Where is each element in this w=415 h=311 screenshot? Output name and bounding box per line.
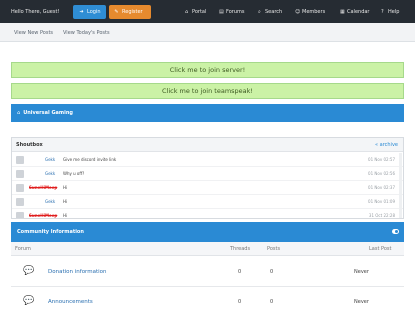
table-row: 💬 Donation information 0 0 Never bbox=[11, 257, 404, 287]
nav-members-label: Members bbox=[302, 9, 326, 15]
help-icon: ? bbox=[381, 9, 384, 15]
shoutbox-message: Why u off? bbox=[63, 171, 85, 176]
collapse-toggle-icon[interactable] bbox=[392, 229, 399, 234]
join-teamspeak-banner[interactable]: Click me to join teamspeak! bbox=[11, 83, 404, 99]
community-title: Universal Gaming bbox=[23, 110, 73, 116]
search-icon: ⌕ bbox=[258, 9, 261, 15]
shoutbox-user[interactable]: SuneHiMeep bbox=[29, 185, 61, 190]
forum-threads: 0 bbox=[238, 269, 242, 275]
view-todays-posts-link[interactable]: View Today's Posts bbox=[63, 30, 110, 36]
login-button[interactable]: ➜ Login bbox=[73, 5, 106, 19]
nav-calendar[interactable]: ▦ Calendar bbox=[340, 9, 369, 15]
shoutbox-header: Shoutbox « archive bbox=[12, 138, 403, 152]
view-new-posts-link[interactable]: View New Posts bbox=[14, 30, 53, 36]
shoutbox-time: 01 Nov 02:56 bbox=[368, 171, 395, 176]
nav-help[interactable]: ? Help bbox=[381, 9, 399, 15]
forum-last-post: Never bbox=[354, 299, 369, 305]
shoutbox-time: 01 Nov 02:37 bbox=[368, 185, 395, 190]
greeting-text: Hello There, Guest! bbox=[11, 9, 60, 15]
avatar bbox=[16, 212, 24, 218]
table-row: 💬 Announcements 0 0 Never bbox=[11, 287, 404, 311]
nav-portal-label: Portal bbox=[192, 9, 207, 15]
nav-search-label: Search bbox=[265, 9, 283, 15]
shoutbox-row: Gekk Give me discord invite link 01 Nov … bbox=[12, 153, 403, 167]
shoutbox-message: Hi bbox=[63, 185, 68, 190]
shoutbox-row: SuneHiMeep Hi 31 Oct 22:28 bbox=[12, 209, 403, 218]
shoutbox-time: 01 Nov 01:09 bbox=[368, 199, 395, 204]
forum-threads: 0 bbox=[238, 299, 242, 305]
shoutbox-user[interactable]: Gekk bbox=[45, 199, 65, 204]
nav-forums[interactable]: ▤ Forums bbox=[219, 9, 244, 15]
members-icon: ☺ bbox=[295, 9, 301, 15]
forum-posts: 0 bbox=[270, 269, 274, 275]
community-info-bar: Community Information bbox=[11, 222, 404, 242]
forum-link[interactable]: Donation information bbox=[48, 269, 106, 275]
calendar-icon: ▦ bbox=[340, 9, 345, 15]
sub-navigation: View New Posts View Today's Posts bbox=[0, 23, 415, 42]
forums-icon: ▤ bbox=[219, 9, 224, 15]
column-threads: Threads bbox=[230, 246, 251, 252]
shoutbox-row: SuneHiMeep Hi 01 Nov 02:37 bbox=[12, 181, 403, 195]
shoutbox-time: 01 Nov 02:57 bbox=[368, 157, 395, 162]
column-last-post: Last Post bbox=[369, 246, 392, 252]
join-server-banner[interactable]: Click me to join server! bbox=[11, 62, 404, 78]
nav-members[interactable]: ☺ Members bbox=[295, 9, 325, 15]
nav-search[interactable]: ⌕ Search bbox=[258, 9, 282, 15]
forum-table-header: Forum Threads Posts Last Post bbox=[11, 242, 404, 256]
nav-portal[interactable]: ⌂ Portal bbox=[185, 9, 206, 15]
shoutbox-row: Gekk Why u off? 01 Nov 02:56 bbox=[12, 167, 403, 181]
avatar bbox=[16, 156, 24, 164]
forum-chat-icon: 💬 bbox=[23, 266, 35, 276]
shoutbox: Shoutbox « archive Gekk Give me discord … bbox=[11, 137, 404, 219]
shoutbox-scrollbar[interactable] bbox=[399, 153, 402, 218]
column-posts: Posts bbox=[267, 246, 281, 252]
register-label: Register bbox=[122, 9, 143, 15]
avatar bbox=[16, 184, 24, 192]
shoutbox-archive-link[interactable]: « archive bbox=[375, 142, 398, 148]
register-button[interactable]: ✎ Register bbox=[109, 5, 151, 19]
nav-calendar-label: Calendar bbox=[347, 9, 370, 15]
shoutbox-row: Gekk Hi 01 Nov 01:09 bbox=[12, 195, 403, 209]
shoutbox-user[interactable]: SuneHiMeep bbox=[29, 213, 61, 218]
column-forum: Forum bbox=[15, 246, 31, 252]
register-icon: ✎ bbox=[114, 9, 119, 15]
nav-help-label: Help bbox=[388, 9, 400, 15]
forum-last-post: Never bbox=[354, 269, 369, 275]
community-info-title: Community Information bbox=[17, 229, 84, 235]
home-icon: ⌂ bbox=[185, 9, 189, 15]
shoutbox-message: Hi bbox=[63, 199, 68, 204]
top-bar: Hello There, Guest! ➜ Login ✎ Register ⌂ Po… bbox=[0, 0, 415, 23]
forum-link[interactable]: Announcements bbox=[48, 299, 93, 305]
login-icon: ➜ bbox=[79, 9, 84, 15]
shoutbox-time: 31 Oct 22:28 bbox=[368, 213, 395, 218]
shoutbox-message: Give me discord invite link bbox=[63, 157, 117, 162]
avatar bbox=[16, 170, 24, 178]
community-title-bar: ⌂ Universal Gaming bbox=[11, 104, 404, 122]
shoutbox-title: Shoutbox bbox=[16, 142, 43, 148]
home-icon: ⌂ bbox=[17, 110, 21, 116]
forum-chat-icon: 💬 bbox=[23, 296, 35, 306]
shoutbox-message: Hi bbox=[63, 213, 68, 218]
nav-forums-label: Forums bbox=[226, 9, 245, 15]
avatar bbox=[16, 198, 24, 206]
shoutbox-user[interactable]: Gekk bbox=[45, 171, 65, 176]
shoutbox-user[interactable]: Gekk bbox=[45, 157, 65, 162]
forum-posts: 0 bbox=[270, 299, 274, 305]
login-label: Login bbox=[87, 9, 101, 15]
